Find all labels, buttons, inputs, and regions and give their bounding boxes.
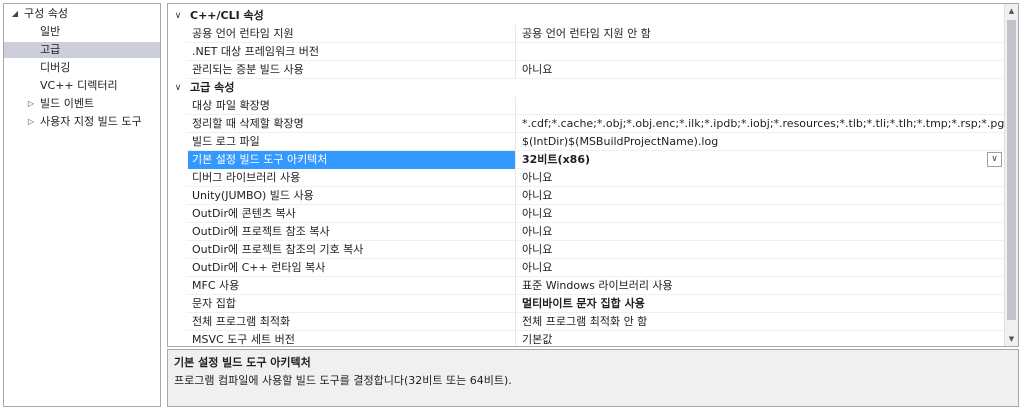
property-row[interactable]: MSVC 도구 세트 버전 기본값 <box>186 331 1004 346</box>
property-row[interactable]: Unity(JUMBO) 빌드 사용 아니요 <box>186 187 1004 205</box>
collapsed-arrow-icon[interactable]: ▷ <box>26 114 36 130</box>
property-row[interactable]: 정리할 때 삭제할 확장명 *.cdf;*.cache;*.obj;*.obj.… <box>186 115 1004 133</box>
category-advanced[interactable]: ∨ 고급 속성 <box>168 79 1004 97</box>
property-name: 기본 설정 빌드 도구 아키텍처 <box>188 151 516 169</box>
property-value-dropdown[interactable]: 32비트(x86) <box>522 151 1004 169</box>
property-row[interactable]: 공용 언어 런타임 지원 공용 언어 런타임 지원 안 함 <box>186 25 1004 43</box>
scroll-down-arrow-icon[interactable]: ▼ <box>1005 332 1018 346</box>
property-name: 공용 언어 런타임 지원 <box>188 25 516 43</box>
property-name: 빌드 로그 파일 <box>188 133 516 151</box>
property-value[interactable]: *.cdf;*.cache;*.obj;*.obj.enc;*.ilk;*.ip… <box>522 115 1004 133</box>
property-value[interactable]: 표준 Windows 라이브러리 사용 <box>522 277 1004 295</box>
property-row[interactable]: 빌드 로그 파일 $(IntDir)$(MSBuildProjectName).… <box>186 133 1004 151</box>
property-value[interactable]: 아니요 <box>522 169 1004 187</box>
property-name: 전체 프로그램 최적화 <box>188 313 516 331</box>
property-value[interactable]: 공용 언어 런타임 지원 안 함 <box>522 25 1004 43</box>
property-row[interactable]: .NET 대상 프레임워크 버전 <box>186 43 1004 61</box>
tree-item-build-events[interactable]: ▷ 빌드 이벤트 <box>4 96 160 112</box>
expanded-arrow-icon[interactable]: ◢ <box>10 6 20 22</box>
property-name: OutDir에 C++ 런타임 복사 <box>188 259 516 277</box>
property-name: 문자 집합 <box>188 295 516 313</box>
property-name: MFC 사용 <box>188 277 516 295</box>
property-row[interactable]: OutDir에 프로젝트 참조의 기호 복사 아니요 <box>186 241 1004 259</box>
tree-item-label: 빌드 이벤트 <box>40 97 95 110</box>
property-name: .NET 대상 프레임워크 버전 <box>188 43 516 61</box>
property-value[interactable]: 아니요 <box>522 61 1004 79</box>
property-grid: ∨ C++/CLI 속성 공용 언어 런타임 지원 공용 언어 런타임 지원 안… <box>167 3 1019 347</box>
tree-item-label: 사용자 지정 빌드 도구 <box>40 115 142 128</box>
property-row[interactable]: OutDir에 콘텐츠 복사 아니요 <box>186 205 1004 223</box>
description-title: 기본 설정 빌드 도구 아키텍처 <box>174 356 311 369</box>
property-value[interactable]: $(IntDir)$(MSBuildProjectName).log <box>522 133 1004 151</box>
property-row[interactable]: 관리되는 증분 빌드 사용 아니요 <box>186 61 1004 79</box>
property-value[interactable]: 아니요 <box>522 241 1004 259</box>
configuration-tree: ◢ 구성 속성 일반 고급 디버깅 VC++ 디렉터리 ▷ 빌드 이벤트 ▷ 사… <box>3 3 161 407</box>
chevron-down-icon[interactable]: ∨ <box>987 152 1002 167</box>
vertical-scrollbar[interactable]: ▲ ▼ <box>1004 4 1018 346</box>
description-text: 프로그램 컴파일에 사용할 빌드 도구를 결정합니다(32비트 또는 64비트)… <box>174 374 512 387</box>
property-value[interactable]: 기본값 <box>522 331 1004 346</box>
tree-item-debugging[interactable]: 디버깅 <box>4 60 160 76</box>
scrollbar-thumb[interactable] <box>1007 20 1016 320</box>
tree-item-general[interactable]: 일반 <box>4 24 160 40</box>
category-cppcli[interactable]: ∨ C++/CLI 속성 <box>168 7 1004 25</box>
scroll-up-arrow-icon[interactable]: ▲ <box>1005 4 1018 18</box>
tree-item-advanced[interactable]: 고급 <box>4 42 160 58</box>
property-row[interactable]: 전체 프로그램 최적화 전체 프로그램 최적화 안 함 <box>186 313 1004 331</box>
collapsed-arrow-icon[interactable]: ▷ <box>26 96 36 112</box>
tree-item-custom-build-tool[interactable]: ▷ 사용자 지정 빌드 도구 <box>4 114 160 130</box>
property-name: 대상 파일 확장명 <box>188 97 516 115</box>
property-row[interactable]: 문자 집합 멀티바이트 문자 집합 사용 <box>186 295 1004 313</box>
property-value[interactable] <box>522 97 1004 115</box>
property-name: OutDir에 프로젝트 참조의 기호 복사 <box>188 241 516 259</box>
chevron-down-icon[interactable]: ∨ <box>172 7 184 25</box>
tree-item-label: 구성 속성 <box>24 7 68 20</box>
category-label: 고급 속성 <box>190 81 235 94</box>
property-value[interactable]: 전체 프로그램 최적화 안 함 <box>522 313 1004 331</box>
property-row[interactable]: 디버그 라이브러리 사용 아니요 <box>186 169 1004 187</box>
tree-item-label: 고급 <box>40 43 61 56</box>
tree-item-config-properties[interactable]: ◢ 구성 속성 <box>4 6 160 22</box>
description-panel: 기본 설정 빌드 도구 아키텍처 프로그램 컴파일에 사용할 빌드 도구를 결정… <box>167 349 1019 407</box>
property-row[interactable]: OutDir에 프로젝트 참조 복사 아니요 <box>186 223 1004 241</box>
chevron-down-icon[interactable]: ∨ <box>172 79 184 97</box>
property-name: 정리할 때 삭제할 확장명 <box>188 115 516 133</box>
property-name: MSVC 도구 세트 버전 <box>188 331 516 346</box>
tree-item-label: VC++ 디렉터리 <box>40 79 118 92</box>
tree-item-label: 일반 <box>40 25 61 38</box>
property-name: 관리되는 증분 빌드 사용 <box>188 61 516 79</box>
property-row[interactable]: OutDir에 C++ 런타임 복사 아니요 <box>186 259 1004 277</box>
property-value[interactable]: 아니요 <box>522 259 1004 277</box>
tree-item-vc-directories[interactable]: VC++ 디렉터리 <box>4 78 160 94</box>
property-value[interactable]: 멀티바이트 문자 집합 사용 <box>522 295 1004 313</box>
category-label: C++/CLI 속성 <box>190 9 264 22</box>
property-value[interactable]: 아니요 <box>522 223 1004 241</box>
property-name: 디버그 라이브러리 사용 <box>188 169 516 187</box>
tree-item-label: 디버깅 <box>40 61 71 74</box>
property-name: OutDir에 프로젝트 참조 복사 <box>188 223 516 241</box>
property-value[interactable]: 아니요 <box>522 187 1004 205</box>
property-row[interactable]: MFC 사용 표준 Windows 라이브러리 사용 <box>186 277 1004 295</box>
property-value[interactable] <box>522 43 1004 61</box>
property-row-selected[interactable]: 기본 설정 빌드 도구 아키텍처 32비트(x86) ∨ <box>186 151 1004 169</box>
property-value[interactable]: 아니요 <box>522 205 1004 223</box>
property-name: Unity(JUMBO) 빌드 사용 <box>188 187 516 205</box>
property-row[interactable]: 대상 파일 확장명 <box>186 97 1004 115</box>
property-name: OutDir에 콘텐츠 복사 <box>188 205 516 223</box>
